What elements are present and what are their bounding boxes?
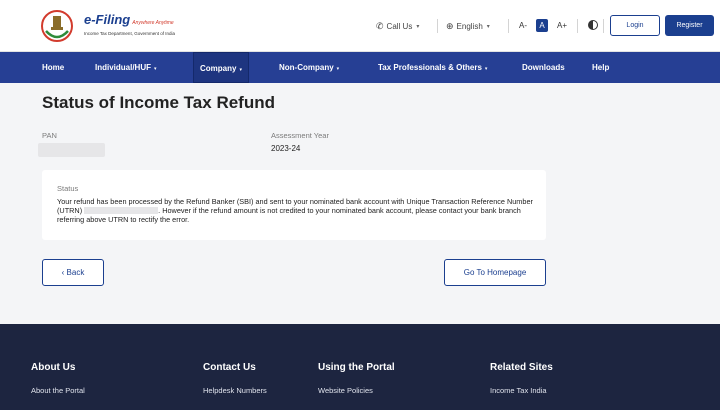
chevron-down-icon: ▾ xyxy=(154,66,157,72)
emblem-icon xyxy=(41,10,73,42)
go-to-homepage-button[interactable]: Go To Homepage xyxy=(444,259,546,286)
nav-item-individual-huf[interactable]: Individual/HUF ▾ xyxy=(95,52,157,83)
globe-icon: ⊕ xyxy=(446,20,454,31)
login-button[interactable]: Login xyxy=(610,15,660,36)
assessment-year-value: 2023-24 xyxy=(271,144,301,153)
register-button[interactable]: Register xyxy=(665,15,714,36)
nav-item-downloads[interactable]: Downloads xyxy=(522,52,565,83)
footer-heading-contact: Contact Us xyxy=(203,362,256,373)
pan-value-masked xyxy=(38,143,105,157)
logo-tagline: Anywhere Anytime xyxy=(132,20,174,26)
status-card: Status Your refund has been processed by… xyxy=(42,170,546,240)
footer-link-about-portal[interactable]: About the Portal xyxy=(31,386,85,395)
divider xyxy=(603,19,604,33)
footer-heading-using-portal: Using the Portal xyxy=(318,362,395,373)
footer-heading-about: About Us xyxy=(31,362,76,373)
assessment-year-label: Assessment Year xyxy=(271,131,329,140)
footer: About Us About the Portal Contact Us Hel… xyxy=(0,324,720,410)
nav-item-company[interactable]: Company ▾ xyxy=(193,52,249,83)
language-label: English xyxy=(456,21,483,31)
utrn-masked xyxy=(84,207,159,214)
efiling-logo[interactable]: e-Filing Anywhere Anytime Income Tax Depa… xyxy=(40,9,190,45)
page-title: Status of Income Tax Refund xyxy=(42,93,275,112)
status-label: Status xyxy=(57,184,79,193)
pan-label: PAN xyxy=(42,131,57,140)
call-us-label: Call Us xyxy=(386,21,413,31)
font-decrease-button[interactable]: A- xyxy=(517,19,529,32)
logo-subtitle: Income Tax Department, Government of Ind… xyxy=(84,31,175,36)
call-us-dropdown[interactable]: ✆ Call Us ▾ xyxy=(376,0,419,52)
nav-item-help[interactable]: Help xyxy=(592,52,609,83)
divider xyxy=(577,19,578,33)
nav-item-home[interactable]: Home xyxy=(42,52,64,83)
logo-title: e-Filing Anywhere Anytime xyxy=(84,12,174,27)
font-increase-button[interactable]: A+ xyxy=(556,19,568,32)
status-message: Your refund has been processed by the Re… xyxy=(57,197,533,224)
phone-icon: ✆ xyxy=(376,20,384,31)
footer-heading-related-sites: Related Sites xyxy=(490,362,553,373)
chevron-down-icon: ▾ xyxy=(486,23,490,30)
nav-item-non-company[interactable]: Non-Company ▾ xyxy=(279,52,339,83)
contrast-icon[interactable] xyxy=(588,20,598,30)
back-button[interactable]: ‹ Back xyxy=(42,259,104,286)
nav-item-tax-professionals[interactable]: Tax Professionals & Others ▾ xyxy=(378,52,487,83)
top-header: e-Filing Anywhere Anytime Income Tax Depa… xyxy=(0,0,720,52)
divider xyxy=(437,19,438,33)
divider xyxy=(508,19,509,33)
chevron-down-icon: ▾ xyxy=(239,67,242,73)
main-nav: Home Individual/HUF ▾ Company ▾ Non-Compan… xyxy=(0,52,720,83)
footer-link-website-policies[interactable]: Website Policies xyxy=(318,386,373,395)
font-default-button[interactable]: A xyxy=(536,19,548,32)
footer-link-helpdesk[interactable]: Helpdesk Numbers xyxy=(203,386,267,395)
footer-link-income-tax-india[interactable]: Income Tax India xyxy=(490,386,547,395)
chevron-down-icon: ▾ xyxy=(484,66,488,72)
chevron-down-icon: ▾ xyxy=(416,23,420,30)
language-dropdown[interactable]: ⊕ English ▾ xyxy=(446,0,490,52)
chevron-down-icon: ▾ xyxy=(336,66,340,72)
